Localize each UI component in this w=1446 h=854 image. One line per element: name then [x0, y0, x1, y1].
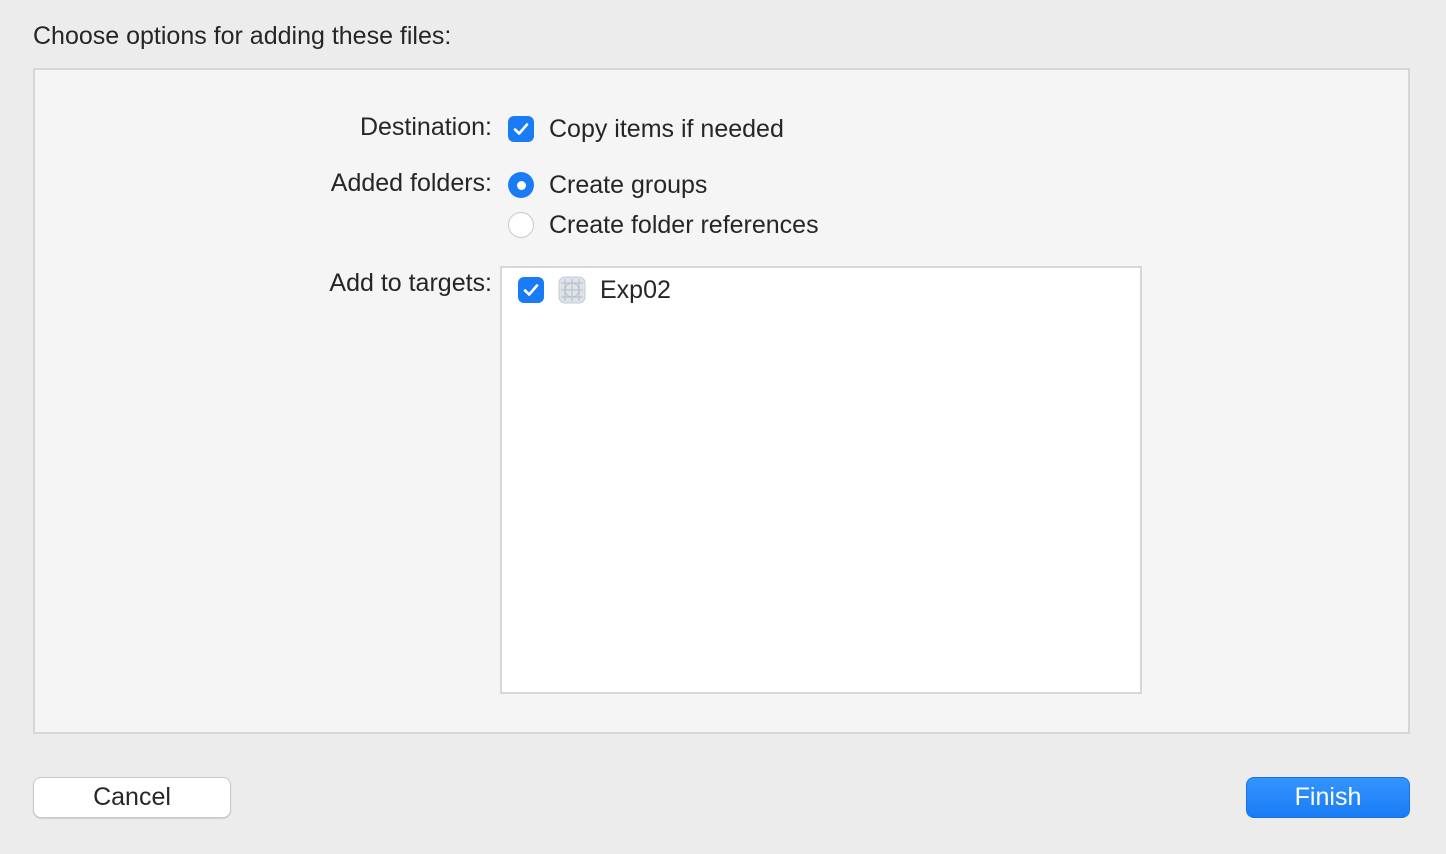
- create-groups-option[interactable]: Create groups: [508, 170, 707, 200]
- cancel-button[interactable]: Cancel: [33, 777, 231, 818]
- create-groups-radio[interactable]: [508, 172, 534, 198]
- checkmark-icon: [523, 284, 539, 296]
- app-target-icon: [558, 276, 586, 304]
- add-to-targets-label: Add to targets:: [329, 269, 492, 297]
- targets-list[interactable]: Exp02: [500, 266, 1142, 694]
- create-folder-references-option[interactable]: Create folder references: [508, 210, 819, 240]
- target-checkbox[interactable]: [518, 277, 544, 303]
- copy-items-option[interactable]: Copy items if needed: [508, 114, 784, 144]
- create-folder-references-label: Create folder references: [549, 211, 819, 239]
- dialog-prompt: Choose options for adding these files:: [33, 22, 452, 50]
- target-name: Exp02: [600, 276, 671, 304]
- destination-label: Destination:: [359, 113, 492, 141]
- create-groups-label: Create groups: [549, 171, 708, 199]
- copy-items-label: Copy items if needed: [549, 115, 784, 143]
- finish-button[interactable]: Finish: [1246, 777, 1410, 818]
- checkmark-icon: [513, 123, 529, 135]
- added-folders-label: Added folders:: [330, 169, 492, 197]
- create-folder-references-radio[interactable]: [508, 212, 534, 238]
- target-row[interactable]: Exp02: [518, 275, 671, 305]
- copy-items-checkbox[interactable]: [508, 116, 534, 142]
